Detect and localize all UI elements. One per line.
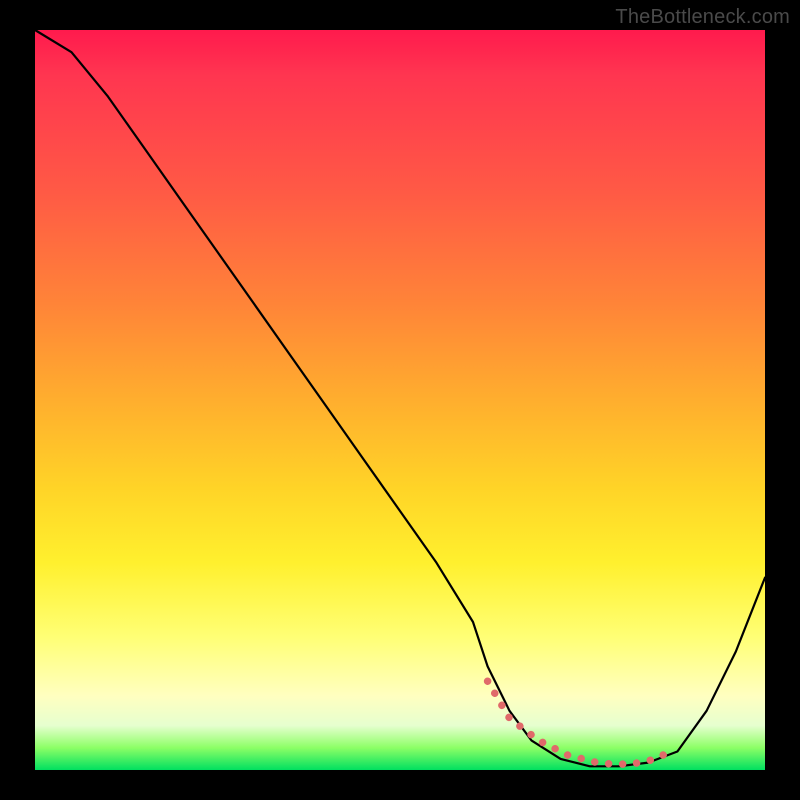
plot-area (35, 30, 765, 770)
watermark-text: TheBottleneck.com (615, 6, 790, 29)
optimal-range-dots (488, 681, 670, 764)
curve-layer (35, 30, 765, 770)
bottleneck-curve (35, 30, 765, 766)
chart-frame: TheBottleneck.com (0, 0, 800, 800)
